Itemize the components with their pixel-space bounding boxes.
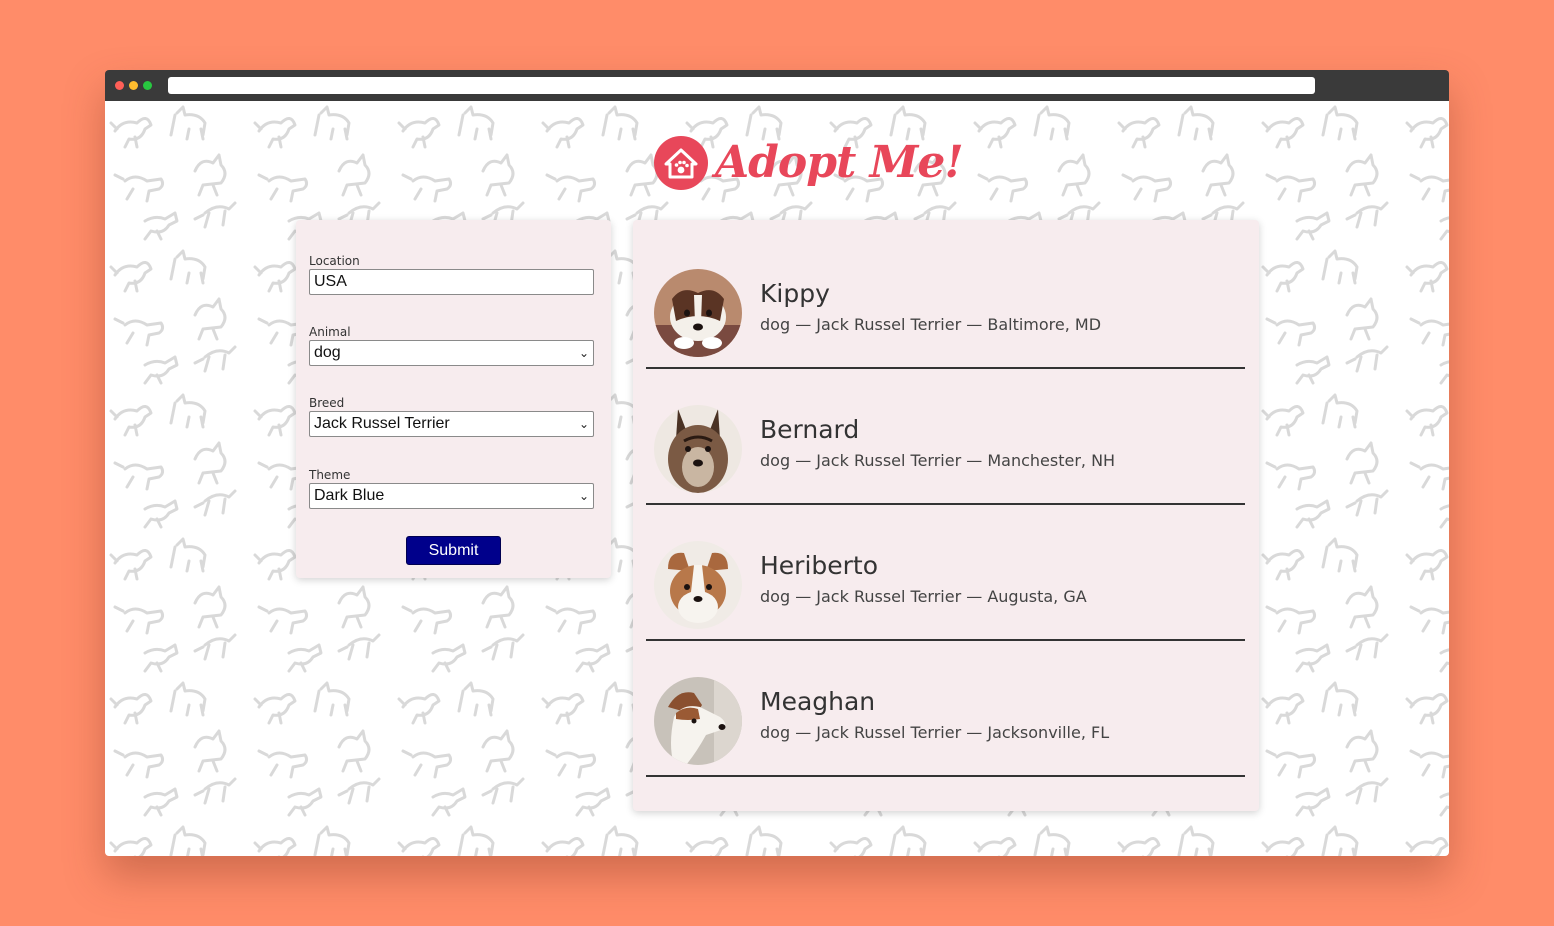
theme-label: Theme [309,468,351,482]
pet-info: dog — Jack Russel Terrier — Baltimore, M… [760,315,1102,334]
pet-name: Heriberto [760,551,879,580]
pet-info: dog — Jack Russel Terrier — Manchester, … [760,451,1116,470]
breed-select[interactable]: Jack Russel Terrier ⌄ [309,411,594,437]
submit-button[interactable]: Submit [406,536,501,565]
chevron-down-icon: ⌄ [578,346,589,360]
pet-photo [654,541,742,629]
theme-field-group: Theme Dark Blue ⌄ [309,468,595,509]
maximize-window-dot[interactable] [143,81,152,90]
animal-select-value: dog [314,344,341,361]
pet-name: Meaghan [760,687,876,716]
theme-select-value: Dark Blue [314,487,385,504]
page-viewport: Adopt Me! Location USA Animal dog ⌄ Breed… [105,101,1449,856]
adopt-me-logo[interactable]: Adopt Me! [653,133,964,205]
search-form: Location USA Animal dog ⌄ Breed Jack Russ… [296,220,611,578]
minimize-window-dot[interactable] [129,81,138,90]
results-list: Kippy dog — Jack Russel Terrier — Baltim… [633,220,1259,811]
pet-name: Bernard [760,415,860,444]
pet-card[interactable]: Heriberto dog — Jack Russel Terrier — Au… [646,505,1245,641]
theme-select[interactable]: Dark Blue ⌄ [309,483,594,509]
pet-info: dog — Jack Russel Terrier — Augusta, GA [760,587,1087,606]
animal-field-group: Animal dog ⌄ [309,325,595,366]
pet-info: dog — Jack Russel Terrier — Jacksonville… [760,723,1110,742]
breed-select-value: Jack Russel Terrier [314,415,450,432]
address-bar[interactable] [168,77,1315,94]
animal-select[interactable]: dog ⌄ [309,340,594,366]
pet-card[interactable]: Bernard dog — Jack Russel Terrier — Manc… [646,369,1245,505]
location-input-value: USA [314,273,347,290]
browser-titlebar [105,70,1449,101]
house-paw-icon [654,136,708,190]
pet-card[interactable]: Meaghan dog — Jack Russel Terrier — Jack… [646,641,1245,777]
location-input[interactable]: USA [309,269,594,295]
breed-field-group: Breed Jack Russel Terrier ⌄ [309,396,595,437]
chevron-down-icon: ⌄ [578,489,589,503]
chevron-down-icon: ⌄ [578,417,589,431]
brand-name: Adopt Me! [715,137,964,188]
pet-photo [654,405,742,493]
location-label: Location [309,254,360,268]
pet-photo [654,677,742,765]
location-field-group: Location USA [309,254,595,295]
browser-window: Adopt Me! Location USA Animal dog ⌄ Breed… [105,70,1449,856]
pet-card[interactable]: Kippy dog — Jack Russel Terrier — Baltim… [646,233,1245,369]
close-window-dot[interactable] [115,81,124,90]
pet-photo [654,269,742,357]
breed-label: Breed [309,396,345,410]
pet-name: Kippy [760,279,830,308]
animal-label: Animal [309,325,351,339]
